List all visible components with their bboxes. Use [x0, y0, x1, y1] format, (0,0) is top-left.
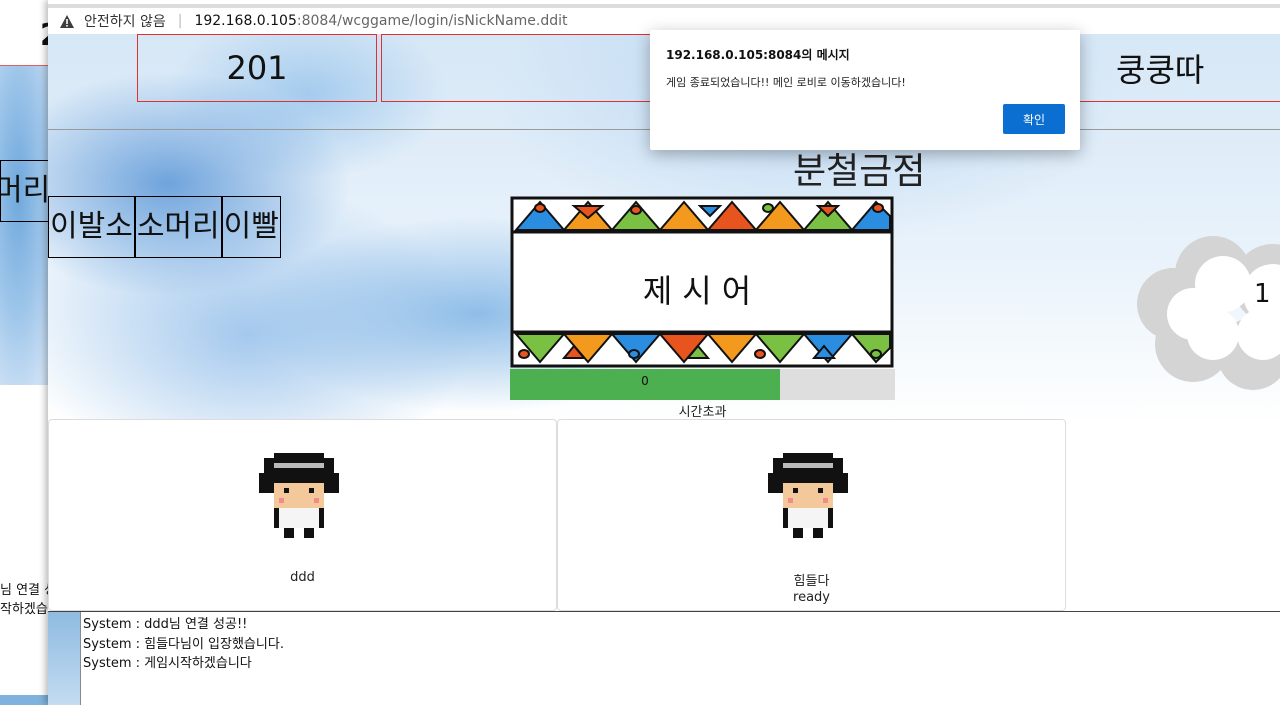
previous-word: 이빨 — [221, 196, 281, 258]
suggestion-frame: 제시어 — [510, 196, 894, 368]
chat-message: System : ddd님 연결 성공!! — [83, 617, 248, 632]
dialog-message: 게임 종료되었습니다!! 메인 로비로 이동하겠습니다! — [666, 76, 906, 89]
previous-word: 소머리 — [134, 196, 222, 258]
player-name: 힘들다 — [793, 574, 830, 589]
timer-progress-bar: 0 — [510, 369, 895, 400]
chat-side-panel — [48, 612, 81, 705]
security-status-label[interactable]: 안전하지 않음 — [84, 11, 166, 31]
chat-area[interactable]: System : ddd님 연결 성공!! System : 힘들다님이 입장했… — [48, 611, 1280, 705]
background-chat-line: 작하겠습 — [0, 602, 48, 617]
chat-log: System : ddd님 연결 성공!! System : 힘들다님이 입장했… — [83, 615, 284, 674]
cloud-number: 1 — [1254, 279, 1271, 309]
header-middle-box — [381, 34, 681, 102]
player-avatar-icon — [768, 453, 848, 538]
suggestion-label: 제시어 — [642, 272, 762, 310]
player-name: ddd — [290, 570, 315, 585]
timeout-label: 시간초과 — [678, 405, 727, 420]
room-number-box: 201 — [137, 34, 377, 102]
player-card: ddd — [48, 419, 557, 611]
url-host[interactable]: 192.168.0.105 — [194, 13, 296, 29]
timer-value: 0 — [641, 374, 649, 388]
player-status: ready — [793, 590, 830, 605]
nickname: 쿵쿵따 — [1116, 50, 1205, 89]
previous-words: 이발소 소머리 이빨 — [48, 196, 281, 258]
player-avatar-icon — [259, 453, 339, 538]
address-separator: | — [177, 13, 183, 29]
ok-button[interactable]: 확인 — [1003, 104, 1065, 134]
previous-word: 이발소 — [48, 196, 135, 258]
room-number: 201 — [226, 49, 288, 87]
player-card: 힘들다 ready — [557, 419, 1066, 611]
chat-message: System : 힘들다님이 입장했습니다. — [83, 636, 284, 652]
dialog-title: 192.168.0.105:8084의 메시지 — [666, 48, 850, 62]
warning-icon[interactable] — [60, 14, 74, 28]
alert-dialog: 192.168.0.105:8084의 메시지 게임 종료되었습니다!! 메인 … — [650, 30, 1080, 150]
chat-message: System : 게임시작하겠습니다 — [83, 656, 252, 671]
nickname-box: 쿵쿵따 — [1080, 34, 1280, 102]
url-path[interactable]: :8084/wcggame/login/isNickName.ddit — [297, 13, 568, 29]
